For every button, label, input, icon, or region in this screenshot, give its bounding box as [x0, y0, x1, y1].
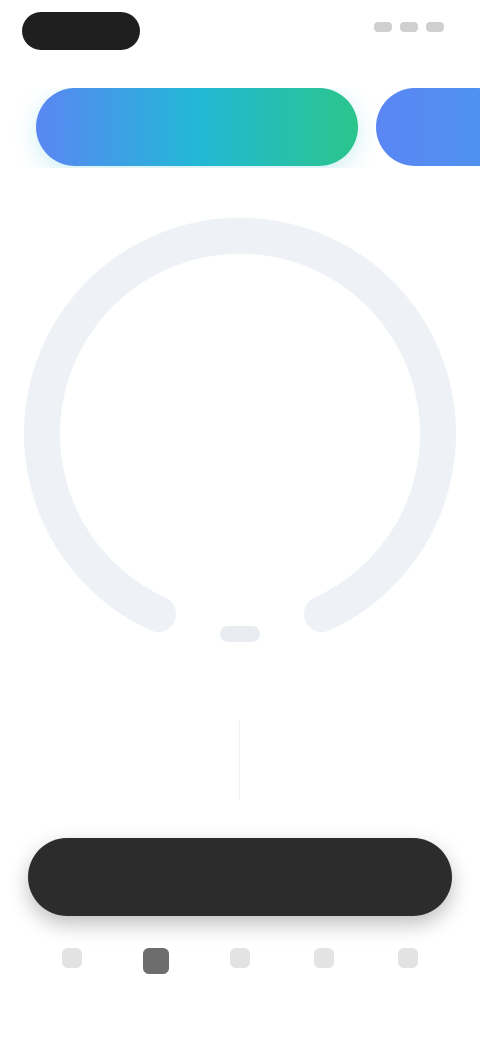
stat-right [280, 720, 440, 760]
tab-4[interactable] [304, 936, 344, 986]
signal-icon [374, 22, 392, 32]
ring-indicator [220, 626, 260, 642]
status-icons [374, 22, 444, 32]
status-bar [0, 0, 480, 64]
tab-5-icon [398, 948, 418, 968]
stat-left [80, 720, 240, 760]
start-button[interactable] [28, 838, 452, 916]
tab-2-icon [143, 948, 169, 974]
timer-ring-track [24, 217, 456, 632]
tab-3[interactable] [220, 936, 260, 986]
tab-1[interactable] [52, 936, 92, 986]
next-mode-card[interactable] [376, 88, 480, 166]
tab-5[interactable] [388, 936, 428, 986]
active-mode-card[interactable] [36, 88, 358, 166]
bottom-tab-bar [0, 936, 480, 1016]
battery-icon [426, 22, 444, 32]
tab-2[interactable] [136, 936, 176, 986]
mode-carousel[interactable] [0, 88, 480, 168]
tab-1-icon [62, 948, 82, 968]
status-time [22, 12, 140, 50]
stats-panel [30, 700, 450, 810]
timer-ring-graphic [24, 217, 456, 632]
wifi-icon [400, 22, 418, 32]
tab-4-icon [314, 948, 334, 968]
stats-divider [239, 720, 240, 800]
timer-ring [20, 210, 460, 650]
tab-3-icon [230, 948, 250, 968]
